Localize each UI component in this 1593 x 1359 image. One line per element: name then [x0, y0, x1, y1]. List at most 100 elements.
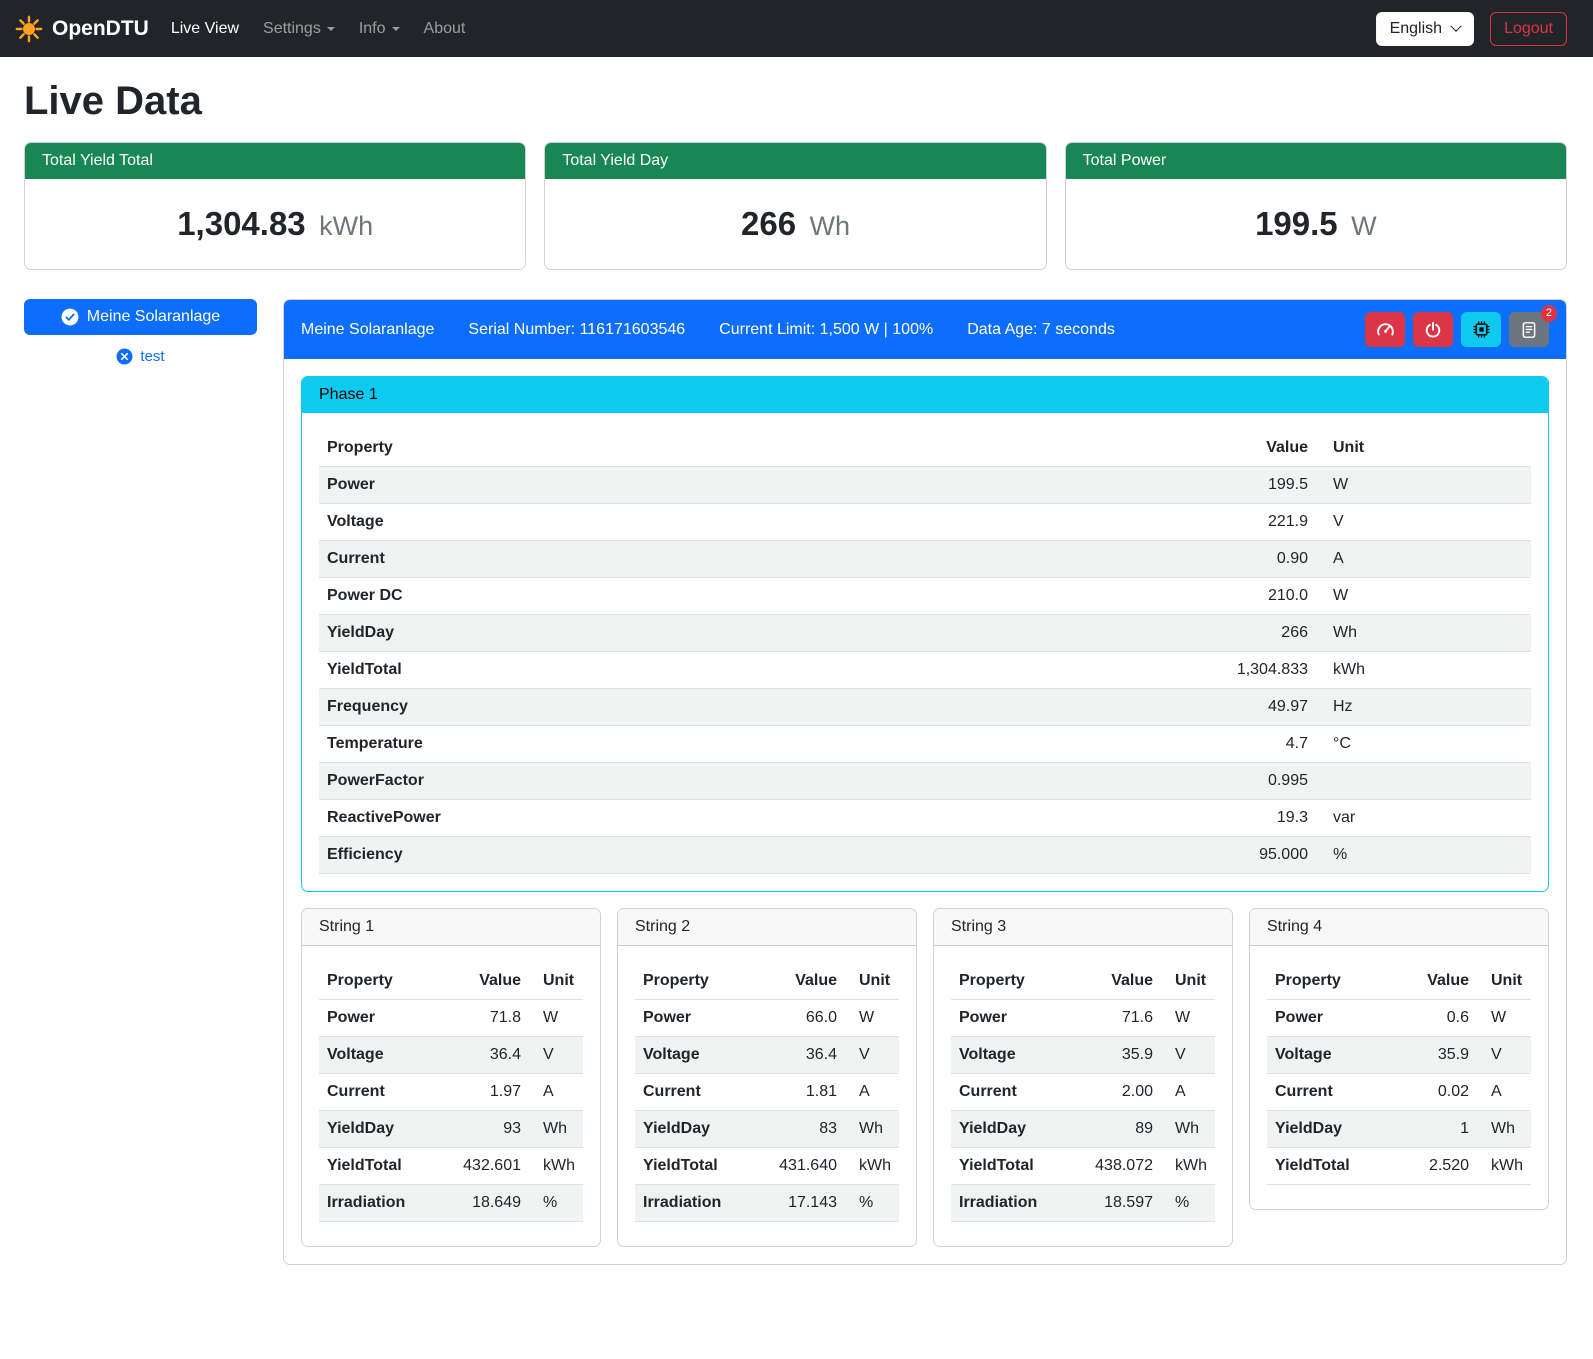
logout-button[interactable]: Logout — [1490, 12, 1567, 46]
unit-cell: kWh — [1316, 652, 1531, 689]
value-cell: 1,304.833 — [1186, 652, 1316, 689]
unit-cell: kWh — [845, 1148, 899, 1185]
card-value: 199.5 — [1255, 205, 1338, 242]
value-cell: 71.8 — [443, 1000, 529, 1037]
value-cell: 71.6 — [1075, 1000, 1161, 1037]
value-header: Value — [443, 963, 529, 1000]
property-cell: PowerFactor — [319, 763, 1186, 800]
value-cell: 431.640 — [759, 1148, 845, 1185]
unit-cell: W — [1161, 1000, 1215, 1037]
string-table: Property Value Unit Power0.6WVoltage35.9… — [1267, 963, 1531, 1185]
unit-cell: V — [845, 1037, 899, 1074]
value-cell: 266 — [1186, 615, 1316, 652]
test-label: test — [140, 348, 164, 365]
serial-number: Serial Number: 116171603546 — [468, 321, 685, 339]
unit-cell: W — [1477, 1000, 1531, 1037]
card-title: Total Yield Day — [545, 143, 1045, 179]
inverter-select-button[interactable]: Meine Solaranlage — [24, 299, 257, 335]
phase-card: Phase 1 Property Value Unit Power199.5WV… — [301, 376, 1549, 892]
string-card-4: String 4 Property Value Unit — [1249, 908, 1549, 1210]
unit-cell: W — [1316, 578, 1531, 615]
nav-about[interactable]: About — [424, 20, 466, 38]
unit-cell: Wh — [1477, 1111, 1531, 1148]
table-row: ReactivePower19.3var — [319, 800, 1531, 837]
table-row: YieldDay93Wh — [319, 1111, 583, 1148]
unit-cell — [1316, 763, 1531, 800]
gauge-icon — [1376, 320, 1395, 339]
sun-logo-icon — [14, 14, 44, 44]
property-cell: YieldDay — [1267, 1111, 1391, 1148]
language-select[interactable]: English — [1376, 12, 1474, 46]
value-cell: 17.143 — [759, 1185, 845, 1222]
value-cell: 36.4 — [443, 1037, 529, 1074]
chevron-down-icon — [392, 27, 400, 31]
nav-info[interactable]: Info — [359, 20, 400, 38]
unit-cell: Wh — [529, 1111, 583, 1148]
table-row: YieldDay1Wh — [1267, 1111, 1531, 1148]
unit-cell: % — [529, 1185, 583, 1222]
property-header: Property — [635, 963, 759, 1000]
data-age: Data Age: 7 seconds — [967, 321, 1115, 339]
property-cell: Current — [319, 1074, 443, 1111]
nav-live-view[interactable]: Live View — [171, 20, 239, 38]
event-log-button[interactable]: 2 — [1509, 312, 1549, 347]
table-row: Irradiation18.597% — [951, 1185, 1215, 1222]
table-row: YieldDay89Wh — [951, 1111, 1215, 1148]
value-cell: 36.4 — [759, 1037, 845, 1074]
unit-cell: W — [529, 1000, 583, 1037]
table-row: Frequency49.97Hz — [319, 689, 1531, 726]
current-limit: Current Limit: 1,500 W | 100% — [719, 321, 933, 339]
property-cell: Power DC — [319, 578, 1186, 615]
value-cell: 18.649 — [443, 1185, 529, 1222]
property-cell: Voltage — [635, 1037, 759, 1074]
device-info-button[interactable] — [1461, 312, 1501, 347]
table-row: YieldDay83Wh — [635, 1111, 899, 1148]
value-cell: 18.597 — [1075, 1185, 1161, 1222]
table-row: Efficiency95.000% — [319, 837, 1531, 874]
total-yield-total-card: Total Yield Total 1,304.83 kWh — [24, 142, 526, 270]
property-cell: Voltage — [1267, 1037, 1391, 1074]
unit-cell: A — [1161, 1074, 1215, 1111]
unit-cell: A — [845, 1074, 899, 1111]
property-cell: YieldDay — [951, 1111, 1075, 1148]
table-row: YieldTotal432.601kWh — [319, 1148, 583, 1185]
value-cell: 95.000 — [1186, 837, 1316, 874]
unit-cell: A — [529, 1074, 583, 1111]
unit-cell: % — [845, 1185, 899, 1222]
value-cell: 438.072 — [1075, 1148, 1161, 1185]
value-cell: 19.3 — [1186, 800, 1316, 837]
sidebar-item-test[interactable]: test — [24, 348, 257, 365]
nav-settings[interactable]: Settings — [263, 20, 335, 38]
value-header: Value — [1075, 963, 1161, 1000]
navbar: OpenDTU Live View Settings Info About En… — [0, 0, 1593, 57]
phase-title: Phase 1 — [302, 377, 1548, 413]
property-cell: YieldTotal — [951, 1148, 1075, 1185]
value-cell: 0.6 — [1391, 1000, 1477, 1037]
power-button[interactable] — [1413, 312, 1453, 347]
property-cell: YieldTotal — [319, 652, 1186, 689]
property-header: Property — [951, 963, 1075, 1000]
table-header-row: Property Value Unit — [319, 963, 583, 1000]
table-row: YieldTotal2.520kWh — [1267, 1148, 1531, 1185]
cpu-chip-icon — [1472, 320, 1491, 339]
brand[interactable]: OpenDTU — [14, 14, 149, 44]
unit-cell: A — [1477, 1074, 1531, 1111]
limit-settings-button[interactable] — [1365, 312, 1405, 347]
unit-cell: °C — [1316, 726, 1531, 763]
inverter-sidebar: Meine Solaranlage test — [24, 299, 257, 365]
value-cell: 199.5 — [1186, 467, 1316, 504]
table-row: YieldDay266Wh — [319, 615, 1531, 652]
value-cell: 0.995 — [1186, 763, 1316, 800]
value-cell: 4.7 — [1186, 726, 1316, 763]
x-circle-icon — [116, 348, 133, 365]
value-header: Value — [1186, 430, 1316, 467]
property-header: Property — [319, 963, 443, 1000]
card-unit: Wh — [810, 211, 851, 241]
value-cell: 2.00 — [1075, 1074, 1161, 1111]
card-unit: kWh — [319, 211, 373, 241]
property-cell: Power — [319, 1000, 443, 1037]
table-row: Voltage35.9V — [951, 1037, 1215, 1074]
nav-settings-label: Settings — [263, 20, 321, 38]
table-row: Power0.6W — [1267, 1000, 1531, 1037]
property-cell: Voltage — [319, 504, 1186, 541]
